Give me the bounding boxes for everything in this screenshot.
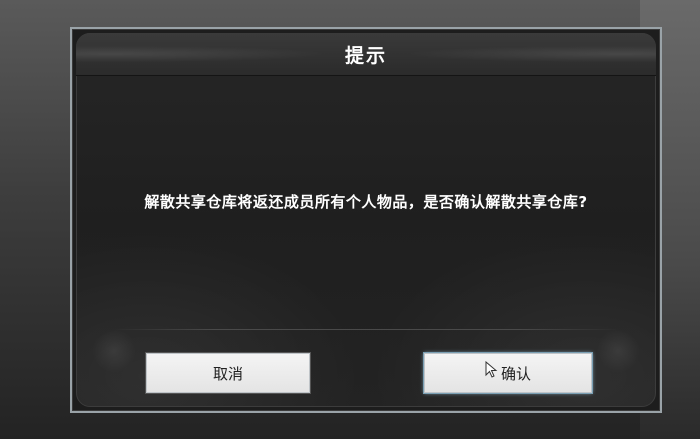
dialog-titlebar: 提示 xyxy=(76,33,656,76)
dialog-title: 提示 xyxy=(344,44,387,67)
cancel-button-label: 取消 xyxy=(212,364,243,383)
dialog-frame xyxy=(76,33,656,407)
confirm-button[interactable]: 确认 xyxy=(424,353,592,393)
confirm-dialog: 提示 解散共享仓库将返还成员所有个人物品，是否确认解散共享仓库? 取消 确认 xyxy=(70,27,662,413)
cancel-button[interactable]: 取消 xyxy=(146,353,310,393)
ornament-bottom-right xyxy=(596,329,640,373)
arrow-cursor-icon xyxy=(485,361,498,378)
ornament-bottom-left xyxy=(92,329,136,373)
confirm-button-label: 确认 xyxy=(500,364,531,383)
dialog-message: 解散共享仓库将返还成员所有个人物品，是否确认解散共享仓库? xyxy=(144,193,588,211)
divider xyxy=(112,329,620,330)
